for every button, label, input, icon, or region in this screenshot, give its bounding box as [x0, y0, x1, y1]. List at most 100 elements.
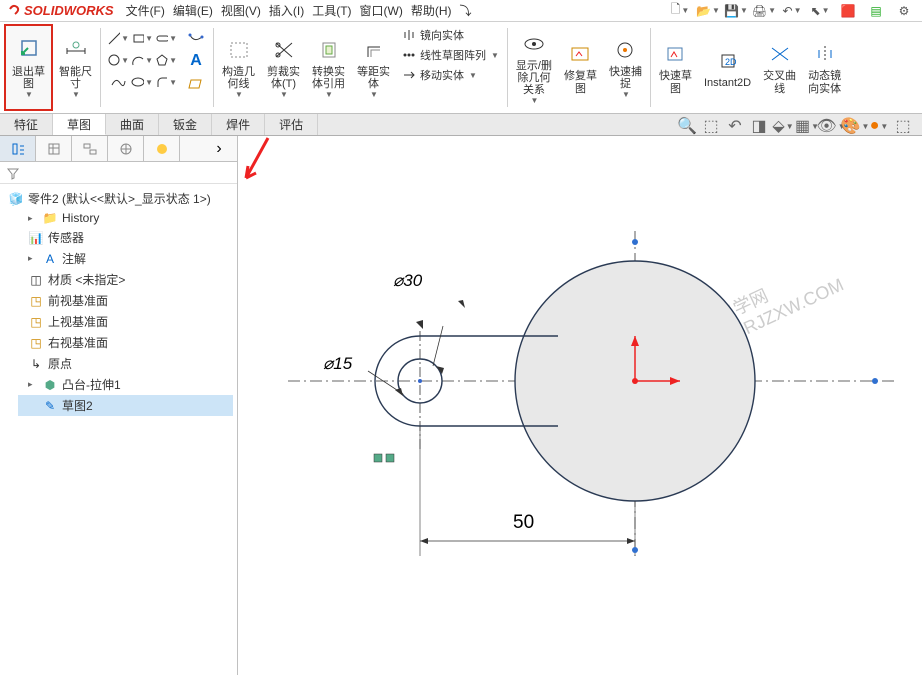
appearance-icon[interactable]: ●▼	[870, 117, 888, 135]
tree-sketch2[interactable]: ✎草图2	[18, 395, 233, 416]
exit-sketch-button[interactable]: 退出草 图▼	[4, 24, 53, 111]
tab-weldment[interactable]: 焊件	[212, 114, 265, 135]
tab-sheetmetal[interactable]: 钣金	[159, 114, 212, 135]
smart-dimension-button[interactable]: 智能尺 寸▼	[53, 24, 98, 111]
undo-icon[interactable]: ↶▼	[782, 2, 802, 20]
mirror-button[interactable]: 镜向实体	[398, 26, 503, 44]
tree-sensor[interactable]: 📊传感器	[4, 227, 233, 248]
menu-file[interactable]: 文件(F)	[126, 2, 165, 19]
open-icon[interactable]: 📂▼	[698, 2, 718, 20]
tab-surface[interactable]: 曲面	[106, 114, 159, 135]
arc-icon[interactable]: ▼	[131, 50, 153, 70]
move-button[interactable]: 移动实体▼	[398, 66, 503, 84]
construction-icon	[225, 36, 253, 64]
dim-30-label: ⌀30	[393, 271, 422, 291]
tree-annotations[interactable]: ▸A注解	[4, 248, 233, 269]
quick-snap-button[interactable]: 快速捕 捉▼	[603, 24, 648, 111]
trim-button[interactable]: 剪裁实 体(T)▼	[261, 24, 306, 111]
circle-icon[interactable]: ▼	[107, 50, 129, 70]
appearance-tab[interactable]	[144, 136, 180, 161]
display-relations-button[interactable]: 显示/删 除几何 关系▼	[510, 24, 558, 111]
menu-tools[interactable]: 工具(T)	[312, 2, 351, 19]
menu-search[interactable]: ⤵	[460, 2, 472, 19]
zoom-area-icon[interactable]: ⬚	[702, 117, 720, 135]
line-icon[interactable]: ▼	[107, 28, 129, 48]
property-tab[interactable]	[36, 136, 72, 161]
tree-front-plane[interactable]: ◳前视基准面	[4, 290, 233, 311]
expand-tab[interactable]: ›	[201, 136, 237, 161]
tree-right-plane[interactable]: ◳右视基准面	[4, 332, 233, 353]
spline-icon[interactable]	[107, 72, 129, 92]
tree-history[interactable]: ▸📁History	[4, 209, 233, 227]
quick-access: 🗋▼ 📂▼ 💾▼ 🖨▼ ↶▼ ⬉▼ 🟥 ▤ ⚙	[670, 2, 914, 20]
polygon-icon[interactable]: ▼	[155, 50, 177, 70]
scene-icon[interactable]: 🎨▼	[846, 117, 864, 135]
slot-icon[interactable]: ▼	[155, 28, 177, 48]
tab-evaluate[interactable]: 评估	[265, 114, 318, 135]
dim-15-label: ⌀15	[323, 354, 352, 374]
filter-bar[interactable]	[0, 162, 237, 184]
ellipse-icon[interactable]: ▼	[131, 72, 153, 92]
hide-show-icon[interactable]: 👁▼	[822, 117, 840, 135]
options-green-icon[interactable]: ▤	[866, 2, 886, 20]
dynamic-mirror-button[interactable]: 动态镜 向实体	[802, 24, 847, 111]
tree-extrude[interactable]: ▸⬢凸台-拉伸1	[4, 374, 233, 395]
dim-tab[interactable]	[108, 136, 144, 161]
tab-sketch[interactable]: 草图	[53, 114, 106, 135]
view-toolbar: 🔍 ⬚ ↶ ◨ ⬙▼ ▦▼ 👁▼ 🎨▼ ●▼ ⬚	[676, 115, 914, 137]
repair-sketch-button[interactable]: 修复草 图	[558, 24, 603, 111]
prev-view-icon[interactable]: ↶	[726, 117, 744, 135]
feature-tree-tab[interactable]	[0, 136, 36, 161]
menu-insert[interactable]: 插入(I)	[269, 2, 304, 19]
construction-geom-button[interactable]: 构造几 何线▼	[216, 24, 261, 111]
tree-top-plane[interactable]: ◳上视基准面	[4, 311, 233, 332]
rapid-sketch-button[interactable]: 快速草 图	[653, 24, 698, 111]
tree-origin[interactable]: ↳原点	[4, 353, 233, 374]
settings-icon[interactable]: ⚙	[894, 2, 914, 20]
smart-dim-icon	[62, 36, 90, 64]
exit-sketch-icon	[15, 36, 43, 64]
select-icon[interactable]: ⬉▼	[810, 2, 830, 20]
text-icon[interactable]: A	[185, 51, 207, 71]
config-tab[interactable]	[72, 136, 108, 161]
tree-material[interactable]: ◫材质 <未指定>	[4, 269, 233, 290]
convert-button[interactable]: 转换实 体引用▼	[306, 24, 351, 111]
tree-root[interactable]: 🧊零件2 (默认<<默认>_显示状态 1>)	[4, 188, 233, 209]
feature-tree: 🧊零件2 (默认<<默认>_显示状态 1>) ▸📁History 📊传感器 ▸A…	[0, 184, 237, 420]
cross-curve-button[interactable]: 交叉曲 线	[757, 24, 802, 111]
menu-window[interactable]: 窗口(W)	[360, 2, 403, 19]
rapid-icon	[661, 40, 689, 68]
offset-button[interactable]: 等距实 体▼	[351, 24, 396, 111]
menu-edit[interactable]: 编辑(E)	[173, 2, 213, 19]
svg-text:2D: 2D	[725, 57, 737, 67]
dim-50-label: 50	[513, 512, 534, 534]
instant2d-icon: 2D	[714, 47, 742, 75]
rebuild-icon[interactable]: 🟥	[838, 2, 858, 20]
trim-icon	[270, 36, 298, 64]
offset-icon	[360, 36, 388, 64]
instant2d-button[interactable]: 2D Instant2D	[698, 24, 757, 111]
fillet-icon[interactable]: ▼	[155, 72, 177, 92]
menu-help[interactable]: 帮助(H)	[411, 2, 452, 19]
menu-view[interactable]: 视图(V)	[221, 2, 261, 19]
linear-pattern-button[interactable]: 线性草图阵列▼	[398, 46, 503, 64]
cross-icon	[766, 40, 794, 68]
print-icon[interactable]: 🖨▼	[754, 2, 774, 20]
section-icon[interactable]: ◨	[750, 117, 768, 135]
display-style-icon[interactable]: ▦▼	[798, 117, 816, 135]
rect-icon[interactable]: ▼	[131, 28, 153, 48]
convert-icon	[315, 36, 343, 64]
render-icon[interactable]: ⬚	[894, 117, 912, 135]
point-icon[interactable]	[185, 28, 207, 48]
zoom-icon[interactable]: 🔍	[678, 117, 696, 135]
plane-icon[interactable]	[185, 74, 207, 94]
main-area: › 🧊零件2 (默认<<默认>_显示状态 1>) ▸📁History 📊传感器 …	[0, 136, 922, 675]
red-arrow-annotation	[238, 136, 278, 186]
view-orient-icon[interactable]: ⬙▼	[774, 117, 792, 135]
new-icon[interactable]: 🗋▼	[670, 2, 690, 20]
feature-manager: › 🧊零件2 (默认<<默认>_显示状态 1>) ▸📁History 📊传感器 …	[0, 136, 238, 675]
tab-features[interactable]: 特征	[0, 114, 53, 135]
save-icon[interactable]: 💾▼	[726, 2, 746, 20]
dyn-mirror-icon	[811, 40, 839, 68]
graphics-area[interactable]: 软件自学网 WWW.RJZXW.COM	[238, 136, 922, 675]
